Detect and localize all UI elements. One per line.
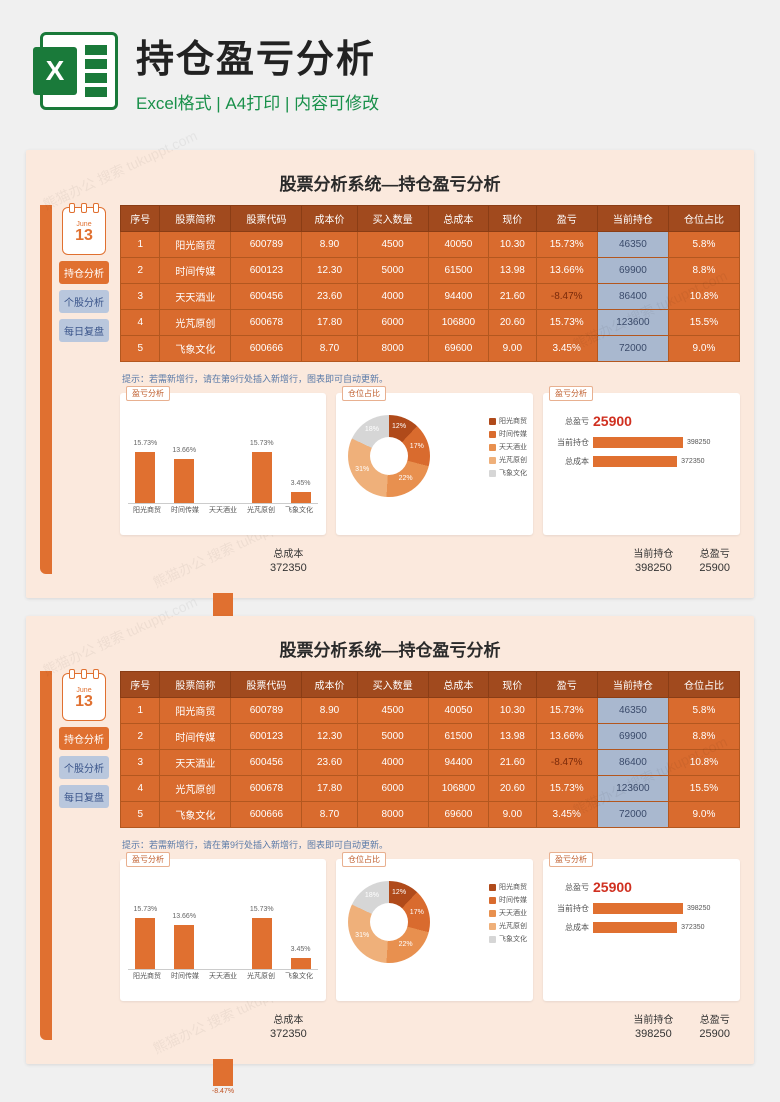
bar-chart-title: 盈亏分析 — [126, 852, 170, 867]
calendar-icon: June 13 — [62, 207, 106, 255]
table-row: 5飞象文化6006668.708000696009.003.45%720009.… — [121, 802, 740, 828]
donut-chart-card: 仓位占比 12%17%22%31%18% 阳光商贸时间传媒天天酒业光芃原创飞象文… — [336, 393, 533, 535]
table-row: 1阳光商贸6007898.9045004005010.3015.73%46350… — [121, 698, 740, 724]
hbar-chart-title: 盈亏分析 — [549, 386, 593, 401]
page-title: 持仓盈亏分析 — [136, 28, 740, 83]
sidebar: June 13 持仓分析 个股分析 每日复盘 — [56, 671, 112, 1040]
bar-chart-card: 盈亏分析 15.73%13.66%-8.47%15.73%3.45% 阳光商贸时… — [120, 859, 326, 1001]
calendar-icon: June 13 — [62, 673, 106, 721]
donut-chart-card: 仓位占比 12%17%22%31%18% 阳光商贸时间传媒天天酒业光芃原创飞象文… — [336, 859, 533, 1001]
nav-stock-analysis[interactable]: 个股分析 — [59, 290, 109, 313]
donut-chart-title: 仓位占比 — [342, 386, 386, 401]
sidebar: June 13 持仓分析 个股分析 每日复盘 — [56, 205, 112, 574]
nav-stock-analysis[interactable]: 个股分析 — [59, 756, 109, 779]
calendar-day: 13 — [75, 228, 93, 244]
excel-icon-letter: X — [33, 47, 77, 95]
holdings-table: 序号股票简称股票代码成本价买入数量总成本现价盈亏当前持仓仓位占比 1阳光商贸60… — [120, 671, 740, 828]
accent-stripe — [40, 671, 52, 1040]
nav-daily-review[interactable]: 每日复盘 — [59, 319, 109, 342]
table-row: 5飞象文化6006668.708000696009.003.45%720009.… — [121, 336, 740, 362]
hero: X 持仓盈亏分析 Excel格式 | A4打印 | 内容可修改 — [0, 0, 780, 132]
holdings-table: 序号股票简称股票代码成本价买入数量总成本现价盈亏当前持仓仓位占比 1阳光商贸60… — [120, 205, 740, 362]
nav-position-analysis[interactable]: 持仓分析 — [59, 261, 109, 284]
nav-daily-review[interactable]: 每日复盘 — [59, 785, 109, 808]
hbar-chart: 总盈亏25900当前持仓398250总成本372350 — [551, 413, 732, 467]
table-row: 2时间传媒60012312.3050006150013.9813.66%6990… — [121, 258, 740, 284]
table-row: 4光芃原创60067817.80600010680020.6015.73%123… — [121, 776, 740, 802]
donut-chart-title: 仓位占比 — [342, 852, 386, 867]
sheet-title: 股票分析系统—持仓盈亏分析 — [40, 636, 740, 661]
bar-chart: 15.73%13.66%-8.47%15.73%3.45% — [128, 879, 318, 970]
donut-chart: 12%17%22%31%18% — [348, 881, 430, 963]
totals-row: 总成本372350 当前持仓398250 总盈亏25900 — [120, 545, 740, 574]
calendar-day: 13 — [75, 694, 93, 710]
donut-legend: 阳光商贸时间传媒天天酒业光芃原创飞象文化 — [489, 879, 527, 947]
table-row: 4光芃原创60067817.80600010680020.6015.73%123… — [121, 310, 740, 336]
table-header-row: 序号股票简称股票代码成本价买入数量总成本现价盈亏当前持仓仓位占比 — [121, 206, 740, 232]
hbar-chart-card: 盈亏分析 总盈亏25900当前持仓398250总成本372350 — [543, 859, 740, 1001]
table-row: 2时间传媒60012312.3050006150013.9813.66%6990… — [121, 724, 740, 750]
bar-chart: 15.73%13.66%-8.47%15.73%3.45% — [128, 413, 318, 504]
page-subtitle: Excel格式 | A4打印 | 内容可修改 — [136, 89, 740, 114]
donut-chart: 12%17%22%31%18% — [348, 415, 430, 497]
excel-icon: X — [40, 32, 118, 110]
tip-text: 提示：若需新增行，请在第9行处插入新增行，图表即可自动更新。 — [122, 372, 738, 385]
tip-text: 提示：若需新增行，请在第9行处插入新增行，图表即可自动更新。 — [122, 838, 738, 851]
table-row: 1阳光商贸6007898.9045004005010.3015.73%46350… — [121, 232, 740, 258]
table-row: 3天天酒业60045623.6040009440021.60-8.47%8640… — [121, 284, 740, 310]
hbar-chart: 总盈亏25900当前持仓398250总成本372350 — [551, 879, 732, 933]
bar-chart-card: 盈亏分析 15.73%13.66%-8.47%15.73%3.45% 阳光商贸时… — [120, 393, 326, 535]
sheet-title: 股票分析系统—持仓盈亏分析 — [40, 170, 740, 195]
table-header-row: 序号股票简称股票代码成本价买入数量总成本现价盈亏当前持仓仓位占比 — [121, 672, 740, 698]
sheet-preview-2: 熊猫办公 搜索 tukuppt.com 熊猫办公 搜索 tukuppt.com … — [26, 616, 754, 1064]
nav-position-analysis[interactable]: 持仓分析 — [59, 727, 109, 750]
sheet-preview-1: 熊猫办公 搜索 tukuppt.com 熊猫办公 搜索 tukuppt.com … — [26, 150, 754, 598]
hbar-chart-card: 盈亏分析 总盈亏25900当前持仓398250总成本372350 — [543, 393, 740, 535]
accent-stripe — [40, 205, 52, 574]
donut-legend: 阳光商贸时间传媒天天酒业光芃原创飞象文化 — [489, 413, 527, 481]
totals-row: 总成本372350 当前持仓398250 总盈亏25900 — [120, 1011, 740, 1040]
bar-chart-title: 盈亏分析 — [126, 386, 170, 401]
hbar-chart-title: 盈亏分析 — [549, 852, 593, 867]
table-row: 3天天酒业60045623.6040009440021.60-8.47%8640… — [121, 750, 740, 776]
